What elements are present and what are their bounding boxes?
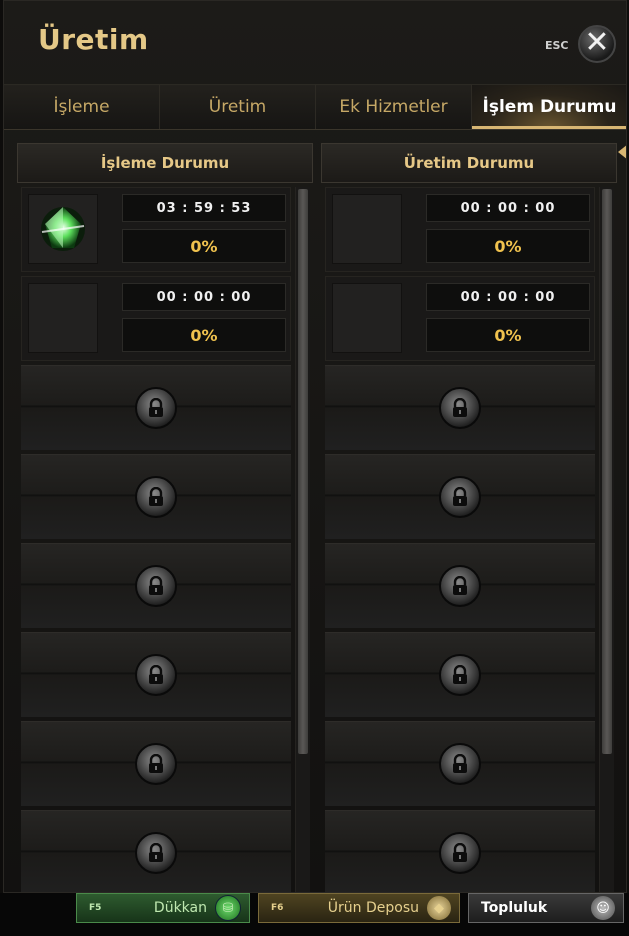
processing-status-header: İşleme Durumu <box>17 143 313 183</box>
shop-label: Dükkan <box>153 900 207 916</box>
locked-slot[interactable] <box>21 632 291 717</box>
lock-icon <box>135 743 177 785</box>
tab-isleme[interactable]: İşleme <box>4 85 160 129</box>
item-slot[interactable] <box>332 283 402 353</box>
slot-timer: 00 : 00 : 00 <box>122 283 286 311</box>
tab-islem-durumu[interactable]: İşlem Durumu <box>472 85 626 129</box>
processing-status-panel: İşleme Durumu 03 : 59 : 53 0% 00 : 00: … <box>17 143 313 892</box>
production-scrollbar[interactable] <box>599 187 614 892</box>
processing-slot[interactable]: 03 : 59 : 53 0% <box>21 187 291 272</box>
item-slot[interactable] <box>28 283 98 353</box>
processing-slot-list: 03 : 59 : 53 0% 00 : 00 : 00 0% <box>21 187 291 892</box>
locked-slot[interactable] <box>325 365 595 450</box>
tab-ek-hizmetler[interactable]: Ek Hizmetler <box>316 85 472 129</box>
processing-scrollbar[interactable] <box>295 187 310 892</box>
community-label: Topluluk <box>481 900 548 916</box>
item-slot[interactable] <box>332 194 402 264</box>
locked-slot[interactable] <box>325 721 595 806</box>
storage-button[interactable]: F6 Ürün Deposu ◆ <box>258 893 460 923</box>
shop-hotkey: F5 <box>89 903 102 913</box>
storage-hotkey: F6 <box>271 903 284 913</box>
locked-slot[interactable] <box>325 810 595 892</box>
lock-icon <box>439 476 481 518</box>
lock-icon <box>439 832 481 874</box>
shop-button[interactable]: F5 Dükkan ⛁ <box>76 893 250 923</box>
slot-timer: 00 : 00 : 00 <box>426 194 590 222</box>
panel-edge-arrow-icon <box>618 144 626 160</box>
esc-hint: ESC <box>545 39 569 52</box>
lock-icon <box>135 654 177 696</box>
close-button[interactable]: ✕ <box>578 25 616 63</box>
lock-icon <box>135 832 177 874</box>
lock-icon <box>135 387 177 429</box>
production-slot[interactable]: 00 : 00 : 00 0% <box>325 187 595 272</box>
production-status-header: Üretim Durumu <box>321 143 617 183</box>
production-slot-list: 00 : 00 : 00 0% 00 : 00 : 00 0% <box>325 187 595 892</box>
lock-icon <box>439 565 481 607</box>
processing-slot[interactable]: 00 : 00 : 00 0% <box>21 276 291 361</box>
scrollbar-thumb[interactable] <box>602 189 612 754</box>
slot-progress: 0% <box>426 229 590 263</box>
community-people-icon: ☺ <box>591 896 615 920</box>
tab-uretim[interactable]: Üretim <box>160 85 316 129</box>
tab-bar: İşleme Üretim Ek Hizmetler İşlem Durumu <box>4 84 626 130</box>
locked-slot[interactable] <box>21 365 291 450</box>
locked-slot[interactable] <box>325 454 595 539</box>
slot-timer: 03 : 59 : 53 <box>122 194 286 222</box>
lock-icon <box>439 743 481 785</box>
lock-icon <box>439 654 481 696</box>
item-slot[interactable] <box>28 194 98 264</box>
scrollbar-thumb[interactable] <box>298 189 308 754</box>
slot-progress: 0% <box>426 318 590 352</box>
slot-timer: 00 : 00 : 00 <box>426 283 590 311</box>
locked-slot[interactable] <box>325 543 595 628</box>
community-button[interactable]: Topluluk ☺ <box>468 893 624 923</box>
locked-slot[interactable] <box>21 454 291 539</box>
locked-slot[interactable] <box>21 721 291 806</box>
lock-icon <box>135 476 177 518</box>
locked-slot[interactable] <box>325 632 595 717</box>
bottom-bar: F5 Dükkan ⛁ F6 Ürün Deposu ◆ Topluluk ☺ <box>0 893 629 936</box>
slot-progress: 0% <box>122 318 286 352</box>
storage-label: Ürün Deposu <box>327 900 419 916</box>
locked-slot[interactable] <box>21 810 291 892</box>
window-title: Üretim <box>38 23 149 56</box>
production-status-panel: Üretim Durumu 00 : 00 : 00 0% 00 : 00 : … <box>321 143 617 892</box>
production-window: Üretim ESC ✕ İşleme Üretim Ek Hizmetler … <box>3 0 627 893</box>
slot-progress: 0% <box>122 229 286 263</box>
lock-icon <box>135 565 177 607</box>
lock-icon <box>439 387 481 429</box>
locked-slot[interactable] <box>21 543 291 628</box>
shop-cart-icon: ⛁ <box>215 895 241 921</box>
production-slot[interactable]: 00 : 00 : 00 0% <box>325 276 595 361</box>
storage-gem-icon: ◆ <box>427 896 451 920</box>
green-crystal-icon <box>41 207 85 251</box>
